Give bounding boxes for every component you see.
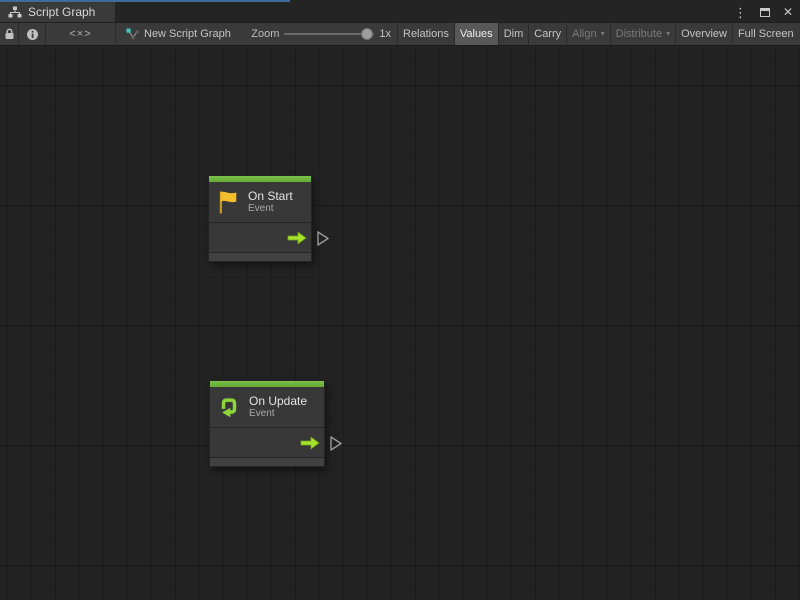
zoom-slider[interactable] (284, 23, 374, 45)
node-port-row (209, 222, 311, 252)
zoom-label: Zoom (251, 28, 279, 40)
close-icon[interactable]: ✕ (783, 6, 793, 18)
lock-button[interactable] (0, 23, 19, 45)
overview-button[interactable]: Overview (675, 23, 732, 45)
node-footer (210, 457, 324, 466)
loop-icon (218, 395, 240, 419)
node-subtitle: Event (248, 204, 293, 214)
chevron-down-icon: ▾ (666, 30, 670, 38)
info-button[interactable] (19, 23, 46, 45)
full-screen-button[interactable]: Full Screen (732, 23, 799, 45)
window-controls: ⋮ ✕ (734, 2, 793, 22)
carry-button[interactable]: Carry (528, 23, 566, 45)
control-output-port[interactable] (300, 436, 320, 450)
distribute-dropdown-button[interactable]: Distribute ▾ (610, 23, 675, 45)
dim-button[interactable]: Dim (498, 23, 529, 45)
graph-toolbar: <×> New Script Graph Zoom 1x Relations (0, 22, 800, 46)
tab-title: Script Graph (28, 5, 95, 19)
new-script-graph-button[interactable]: New Script Graph (120, 28, 237, 41)
tab-script-graph[interactable]: Script Graph (0, 2, 115, 22)
node-port-row (210, 427, 324, 457)
control-output-port[interactable] (287, 231, 307, 245)
node-titles: On Update Event (249, 395, 307, 419)
new-script-graph-label: New Script Graph (144, 28, 231, 40)
node-on-update[interactable]: On Update Event (209, 380, 325, 467)
info-icon (26, 28, 39, 41)
node-footer (209, 252, 311, 261)
flag-icon (217, 189, 239, 215)
hollow-triangle-icon (316, 230, 330, 247)
zoom-value: 1x (379, 28, 397, 40)
code-brackets-icon: <×> (69, 28, 91, 40)
connection-target-triangle[interactable] (316, 230, 330, 247)
graph-hierarchy-icon (8, 6, 22, 18)
values-button[interactable]: Values (454, 23, 498, 45)
graph-asset-icon (126, 28, 139, 41)
flow-arrow-icon (300, 436, 320, 450)
title-bar: Script Graph ⋮ ✕ (0, 0, 800, 22)
flow-arrow-icon (287, 231, 307, 245)
script-graph-window: Script Graph ⋮ ✕ (0, 0, 800, 600)
node-title: On Update (249, 395, 307, 407)
chevron-down-icon: ▾ (601, 30, 605, 38)
maximize-icon[interactable] (760, 8, 770, 17)
connection-target-triangle[interactable] (329, 435, 343, 452)
relations-button[interactable]: Relations (397, 23, 454, 45)
toolbar-left: <×> New Script Graph Zoom 1x (0, 23, 397, 45)
zoom-slider-handle[interactable] (361, 28, 373, 40)
node-header: On Update Event (210, 387, 324, 427)
graph-canvas[interactable]: On Start Event (0, 47, 800, 600)
hollow-triangle-icon (329, 435, 343, 452)
node-subtitle: Event (249, 409, 307, 419)
align-dropdown-button[interactable]: Align ▾ (566, 23, 609, 45)
lock-icon (4, 28, 15, 40)
node-header: On Start Event (209, 182, 311, 222)
code-toggle-button[interactable]: <×> (46, 23, 116, 45)
node-titles: On Start Event (248, 190, 293, 214)
node-on-start[interactable]: On Start Event (208, 175, 312, 262)
toolbar-right: Relations Values Dim Carry Align ▾ Distr… (397, 23, 799, 45)
node-title: On Start (248, 190, 293, 202)
menu-kebab-icon[interactable]: ⋮ (734, 6, 747, 19)
